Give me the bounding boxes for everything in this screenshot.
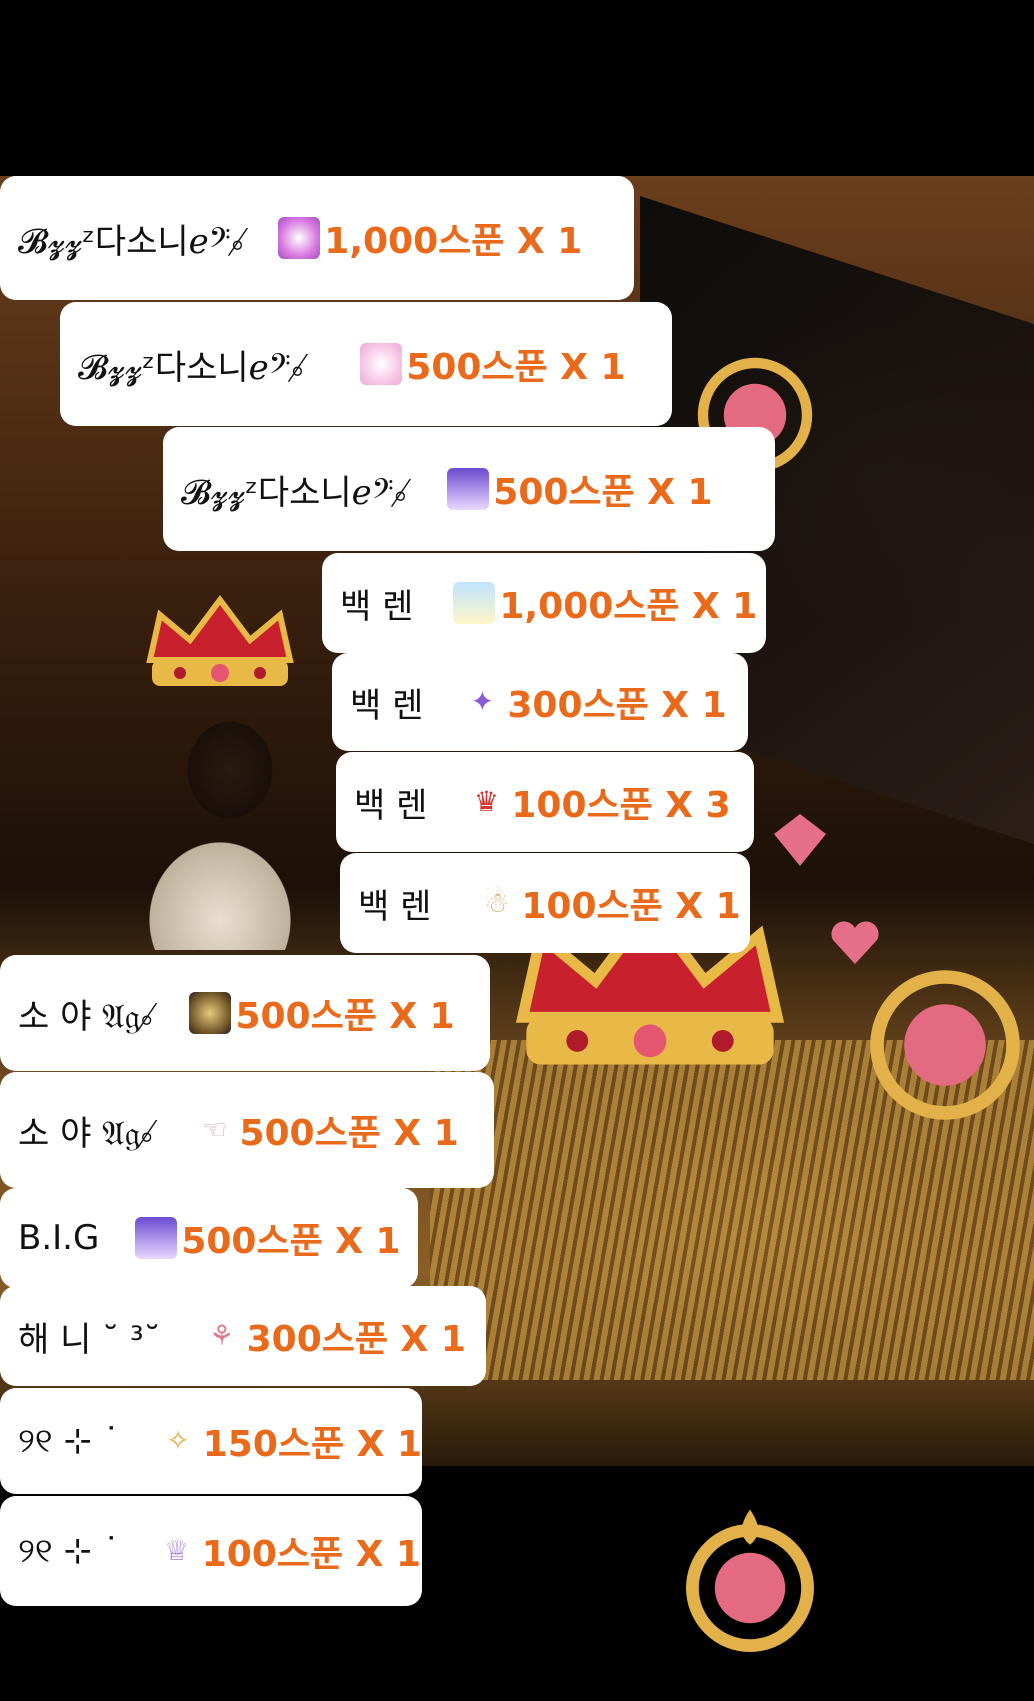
purple-sparkle-gift-icon xyxy=(135,1217,178,1259)
gift-amount: 500스푼 X 1 xyxy=(406,347,626,388)
gift-amount: 300스푼 X 1 xyxy=(246,1319,466,1360)
gift-row: 소 야 𝔄𝔤⸰̸ 500스푼 X 1 xyxy=(0,955,490,1071)
gift-amount: 100스푼 X 3 xyxy=(511,785,731,826)
sender-name: ୨୧ ⊹ ˙ xyxy=(18,1531,120,1571)
gift-row: ୨୧ ⊹ ˙ ✧ 150스푼 X 1 xyxy=(0,1388,422,1494)
gift-amount: 150스푼 X 1 xyxy=(202,1424,422,1465)
gift-row: 𝓑𝔃𝔃ᶻ다소니ℯ𝄢⸰̸ 1,000스푼 X 1 xyxy=(0,176,634,300)
figure-gift-icon: ☃ xyxy=(475,882,518,924)
gift-row: ୨୧ ⊹ ˙ ♕ 100스푼 X 1 xyxy=(0,1496,422,1606)
sender-name: 백 렌 xyxy=(354,785,428,826)
gift-row: 백 렌 1,000스푼 X 1 xyxy=(322,553,766,653)
sender-name: 𝓑𝔃𝔃ᶻ다소니ℯ𝄢⸰̸ xyxy=(18,221,245,262)
gift-row: 해 니 ˘ ³˘ ⚘ 300스푼 X 1 xyxy=(0,1286,486,1386)
gift-amount: 1,000스푼 X 1 xyxy=(324,221,583,262)
sender-name: 해 니 ˘ ³˘ xyxy=(18,1319,161,1360)
gift-row: 백 렌 ✦ 300스푼 X 1 xyxy=(332,653,748,751)
bicycle-gift-icon: ⚘ xyxy=(200,1315,243,1357)
gem-frame-sticker xyxy=(686,1509,814,1652)
sender-name: 백 렌 xyxy=(350,685,424,726)
sparkle-gift-icon xyxy=(278,217,321,259)
gift-amount: 300스푼 X 1 xyxy=(507,685,727,726)
gift-amount: 100스푼 X 1 xyxy=(521,886,741,927)
gift-amount: 500스푼 X 1 xyxy=(493,472,713,513)
sky-gift-icon xyxy=(453,582,496,624)
pan-gift-icon xyxy=(189,992,232,1034)
gift-amount: 500스푼 X 1 xyxy=(239,1113,459,1154)
sender-name: 소 야 𝔄𝔤⸰̸ xyxy=(18,996,154,1037)
confetti-gift-icon: ✧ xyxy=(157,1420,199,1462)
gift-row: B.I.G 500스푼 X 1 xyxy=(0,1188,418,1288)
sender-name: 𝓑𝔃𝔃ᶻ다소니ℯ𝄢⸰̸ xyxy=(181,472,408,513)
petal-gift-icon xyxy=(360,343,403,385)
sender-name: 소 야 𝔄𝔤⸰̸ xyxy=(18,1113,154,1154)
sender-name: B.I.G xyxy=(18,1218,100,1258)
heart-sticker xyxy=(831,921,879,964)
gift-amount: 1,000스푼 X 1 xyxy=(499,586,758,627)
crown-sticker xyxy=(146,595,294,686)
hand-gift-icon: ☜ xyxy=(193,1109,236,1151)
gift-row: 𝓑𝔃𝔃ᶻ다소니ℯ𝄢⸰̸ 500스푼 X 1 xyxy=(163,427,775,551)
gift-amount: 500스푼 X 1 xyxy=(235,996,455,1037)
gem-frame-sticker xyxy=(870,970,1020,1120)
purple-sparkle-gift-icon xyxy=(447,468,490,510)
sender-name: 백 렌 xyxy=(358,886,432,927)
sender-name: ୨୧ ⊹ ˙ xyxy=(18,1421,120,1461)
sender-name: 𝓑𝔃𝔃ᶻ다소니ℯ𝄢⸰̸ xyxy=(78,347,305,388)
gift-row: 백 렌 ♛ 100스푼 X 3 xyxy=(336,752,754,852)
gift-amount: 500스푼 X 1 xyxy=(181,1221,401,1262)
pianist-figure xyxy=(120,680,320,950)
pink-gem-sticker xyxy=(774,814,826,866)
gift-row: 소 야 𝔄𝔤⸰̸ ☜ 500스푼 X 1 xyxy=(0,1072,494,1188)
gift-row: 𝓑𝔃𝔃ᶻ다소니ℯ𝄢⸰̸ 500스푼 X 1 xyxy=(60,302,672,426)
wand-gift-icon: ✦ xyxy=(461,681,504,723)
gift-row: 백 렌 ☃ 100스푼 X 1 xyxy=(340,853,750,953)
tiara-gift-icon: ♕ xyxy=(155,1530,198,1572)
crown-gift-icon: ♛ xyxy=(465,781,508,823)
sender-name: 백 렌 xyxy=(340,586,414,627)
gift-amount: 100스푼 X 1 xyxy=(201,1534,422,1575)
